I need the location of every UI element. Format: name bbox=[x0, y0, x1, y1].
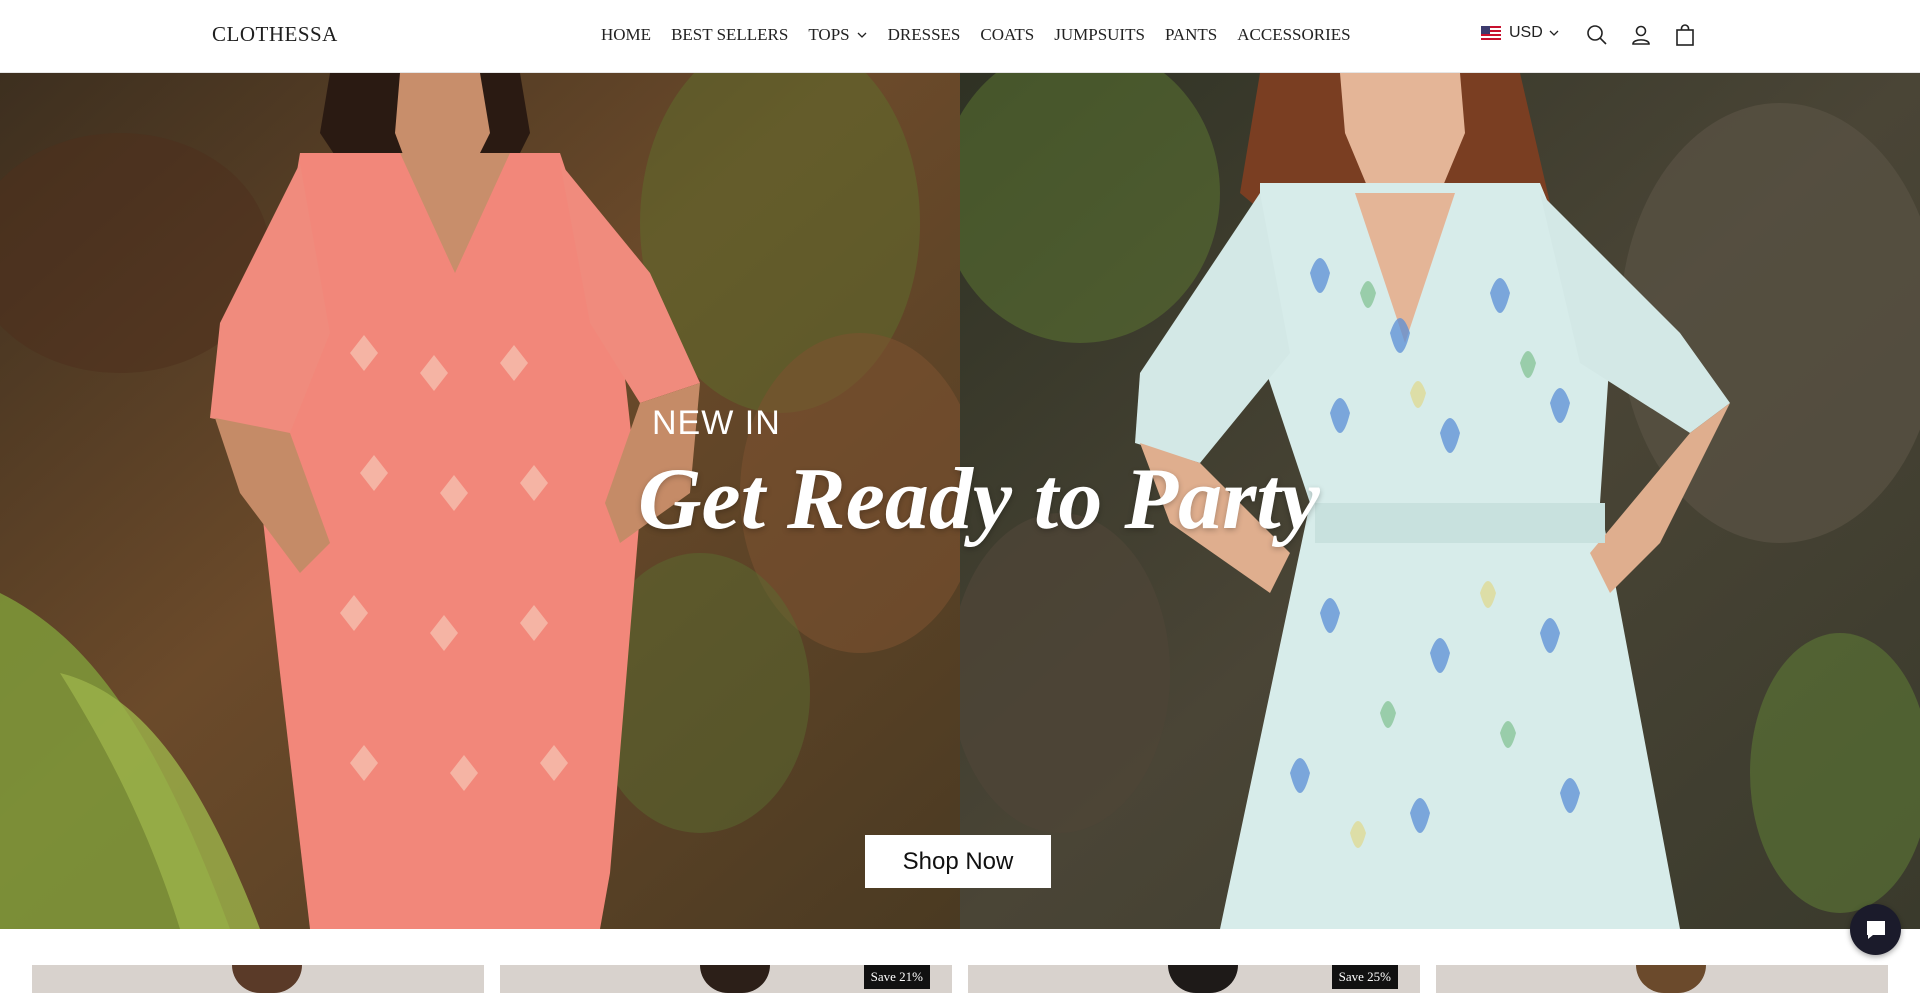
account-icon bbox=[1632, 25, 1650, 45]
nav-accessories-label: ACCESSORIES bbox=[1237, 25, 1351, 44]
nav-accessories[interactable]: ACCESSORIES bbox=[1237, 25, 1350, 45]
search-icon bbox=[1587, 25, 1607, 45]
nav-pants-label: PANTS bbox=[1164, 25, 1218, 44]
sale-badge: Save 21% bbox=[863, 965, 930, 989]
product-image bbox=[1168, 965, 1238, 993]
chevron-down-icon bbox=[1549, 30, 1559, 36]
product-card[interactable] bbox=[32, 965, 484, 993]
product-card[interactable]: Save 25% bbox=[968, 965, 1420, 993]
site-header: CLOTHESSA HOME BEST SELLERS TOPS DRESSES… bbox=[0, 0, 1920, 73]
search-button[interactable] bbox=[1583, 21, 1611, 49]
nav-home[interactable]: HOME bbox=[601, 25, 651, 45]
site-logo[interactable]: CLOTHESSA bbox=[212, 22, 338, 47]
nav-coats-label: COATS bbox=[980, 25, 1035, 44]
nav-best-sellers[interactable]: BEST SELLERS bbox=[671, 25, 788, 45]
product-image bbox=[1636, 965, 1706, 993]
hero-image-right bbox=[960, 73, 1920, 929]
hero-image-left bbox=[0, 73, 960, 929]
nav-pants[interactable]: PANTS bbox=[1165, 25, 1217, 45]
hero-photo-blue-dress bbox=[960, 73, 1920, 929]
hero-photo-pink-dress bbox=[0, 73, 960, 929]
chevron-down-icon bbox=[857, 32, 867, 38]
product-image bbox=[700, 965, 770, 993]
account-button[interactable] bbox=[1627, 21, 1655, 49]
nav-dresses-label: DRESSES bbox=[887, 25, 961, 44]
nav-tops-label: TOPS bbox=[808, 25, 850, 44]
product-grid: Save 21% Save 25% bbox=[0, 965, 1920, 993]
nav-coats[interactable]: COATS bbox=[980, 25, 1034, 45]
nav-best-sellers-label: BEST SELLERS bbox=[671, 25, 789, 44]
cart-icon bbox=[1676, 24, 1694, 46]
product-card[interactable] bbox=[1436, 965, 1888, 993]
currency-code: USD bbox=[1509, 24, 1543, 41]
currency-selector[interactable]: USD bbox=[1481, 24, 1560, 42]
sale-badge: Save 25% bbox=[1331, 965, 1398, 989]
product-card[interactable]: Save 21% bbox=[500, 965, 952, 993]
nav-home-label: HOME bbox=[601, 25, 652, 44]
cart-button[interactable] bbox=[1671, 21, 1699, 49]
product-image bbox=[232, 965, 302, 993]
us-flag-icon bbox=[1481, 26, 1501, 40]
hero-banner: NEW IN Get Ready to Party Shop Now bbox=[0, 73, 1920, 929]
shop-now-button[interactable]: Shop Now bbox=[865, 835, 1051, 888]
nav-dresses[interactable]: DRESSES bbox=[888, 25, 961, 45]
main-nav: HOME BEST SELLERS TOPS DRESSES COATS JUM… bbox=[601, 25, 1351, 45]
nav-tops[interactable]: TOPS bbox=[808, 25, 867, 45]
chat-button[interactable] bbox=[1850, 904, 1901, 955]
chat-bubble-icon bbox=[1866, 920, 1885, 939]
nav-jumpsuits-label: JUMPSUITS bbox=[1054, 25, 1145, 44]
nav-jumpsuits[interactable]: JUMPSUITS bbox=[1054, 25, 1145, 45]
